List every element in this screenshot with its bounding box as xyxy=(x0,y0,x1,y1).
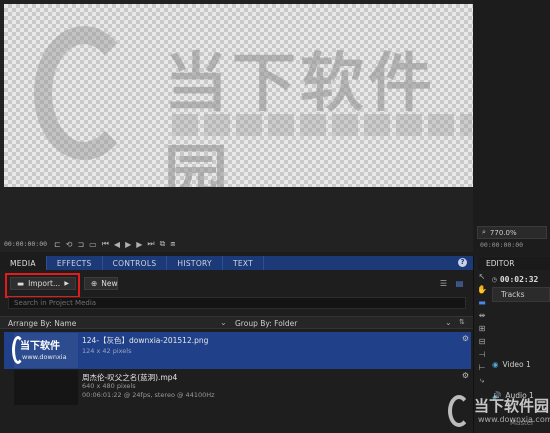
clip-icon[interactable]: ▭ xyxy=(89,240,97,249)
tab-effects[interactable]: EFFECTS xyxy=(47,256,103,270)
trim-icon[interactable]: ⊢ xyxy=(479,363,486,372)
video-track-label: Video 1 xyxy=(502,360,531,369)
group-by-dropdown[interactable]: Group By: Folder xyxy=(235,319,297,328)
thumb-title: 当下软件 xyxy=(20,341,60,352)
export-frame-icon[interactable]: ⧉ xyxy=(160,239,166,249)
tab-text[interactable]: TEXT xyxy=(223,256,265,270)
import-highlight-box xyxy=(5,273,80,298)
viewer-timecode: 00:00:00:00 xyxy=(4,240,48,248)
preview-viewer: 当下软件园 00:00:00:00 ⊏ ⟲ ⊐ ▭ ⏮ ◀ ▶ ▶ ⏭ ⧉ ⧈ xyxy=(0,0,473,252)
gear-icon[interactable]: ⚙ xyxy=(462,334,469,343)
watermark-ring-icon xyxy=(448,395,470,427)
editor-tools: ↖ ✋ ▬ ⇹ ⊞ ⊟ ⊣ ⊢ ⤷ xyxy=(476,272,488,386)
media-item-duration: 00:06:01:22 @ 24fps, stereo @ 44100Hz xyxy=(82,391,215,399)
preview-canvas[interactable]: 当下软件园 xyxy=(4,4,473,187)
play-icon[interactable]: ▶ xyxy=(125,240,131,249)
zoom-search-icon: ⌕ xyxy=(482,228,486,236)
chevron-down-icon[interactable]: ⌄ xyxy=(445,318,452,327)
loop-icon[interactable]: ⟲ xyxy=(66,240,73,249)
arrange-by-dropdown[interactable]: Arrange By: Name xyxy=(8,319,76,328)
mark-in-icon[interactable]: ⊏ xyxy=(54,240,61,249)
link-icon[interactable]: ⤷ xyxy=(480,376,484,386)
mark-out-icon[interactable]: ⊐ xyxy=(77,240,84,249)
watermark-title: 当下软件园 xyxy=(474,397,550,415)
thumb-subtitle: www.downxia xyxy=(22,353,67,361)
logo-ring-graphic xyxy=(34,26,134,160)
transport-bar: 00:00:00:00 ⊏ ⟲ ⊐ ▭ ⏮ ◀ ▶ ▶ ⏭ ⧉ ⧈ xyxy=(4,239,175,249)
eye-icon[interactable]: ◉ xyxy=(492,360,499,369)
tab-media[interactable]: MEDIA xyxy=(0,256,47,270)
tab-controls[interactable]: CONTROLS xyxy=(103,256,168,270)
detail-view-icon[interactable]: ▤ xyxy=(454,278,465,289)
razor-icon[interactable]: ⊞ xyxy=(479,324,486,333)
view-mode-toggle: ☰ ▤ xyxy=(438,278,465,289)
viewer-controls: 00:00:00:00 ⊏ ⟲ ⊐ ▭ ⏮ ◀ ▶ ▶ ⏭ ⧉ ⧈ xyxy=(0,187,473,252)
video-track[interactable]: ◉ Video 1 xyxy=(492,360,531,369)
chevron-down-icon[interactable]: ⌄ xyxy=(220,318,227,327)
preview-watermark-subtext xyxy=(172,114,472,136)
zoom-selector[interactable]: ⌕ 770.0% xyxy=(477,226,547,239)
media-item[interactable]: 周杰伦-叹父之名(蓝洞).mp4 640 x 480 pixels 00:06:… xyxy=(4,369,471,406)
editor-timecode: ◷ 00:02:32 xyxy=(492,275,539,284)
media-item-dimensions: 640 x 480 pixels xyxy=(82,382,136,390)
step-forward-icon[interactable]: ▶ xyxy=(136,240,142,249)
select-tool-icon[interactable]: ▬ xyxy=(478,298,486,307)
clock-icon: ◷ xyxy=(492,275,497,284)
go-start-icon[interactable]: ⏮ xyxy=(102,239,109,249)
tracks-header: Tracks xyxy=(492,287,550,302)
media-item-dimensions: 124 x 42 pixels xyxy=(82,347,132,355)
media-item-name: 124-【灰色】downxia-201512.png xyxy=(82,336,209,345)
site-watermark: 当下软件园 www.downxia.com xyxy=(448,393,550,429)
preview-watermark-text: 当下软件园 xyxy=(164,47,436,187)
pointer-icon[interactable]: ↖ xyxy=(479,272,486,281)
arrange-bar: Arrange By: Name ⌄ Group By: Folder ⌄ ⇅ xyxy=(0,316,473,329)
media-panel: MEDIA EFFECTS CONTROLS HISTORY TEXT ? ▬ … xyxy=(0,256,473,433)
new-button[interactable]: ⊕ New xyxy=(84,277,118,290)
hand-icon[interactable]: ✋ xyxy=(477,285,487,294)
panel-tabs: MEDIA EFFECTS CONTROLS HISTORY TEXT ? xyxy=(0,256,473,270)
ripple-icon[interactable]: ⊟ xyxy=(479,337,486,346)
help-icon[interactable]: ? xyxy=(458,258,467,267)
media-thumbnail xyxy=(14,370,78,405)
roll-icon[interactable]: ⊣ xyxy=(479,350,486,359)
tab-editor[interactable]: EDITOR xyxy=(478,257,550,270)
viewer-duration-timecode: 00:00:00:00 xyxy=(480,241,524,249)
media-thumbnail: 当下软件 www.downxia xyxy=(12,333,78,368)
plus-icon: ⊕ xyxy=(91,279,98,288)
sort-icon[interactable]: ⇅ xyxy=(459,318,465,326)
media-search-input[interactable]: Search in Project Media xyxy=(8,297,466,309)
step-back-icon[interactable]: ◀ xyxy=(114,240,120,249)
watermark-url: www.downxia.com xyxy=(478,415,550,424)
new-label: New xyxy=(101,279,118,288)
snapshot-icon[interactable]: ⧈ xyxy=(170,239,175,249)
media-item[interactable]: 当下软件 www.downxia 124-【灰色】downxia-201512.… xyxy=(4,332,471,369)
slip-icon[interactable]: ⇹ xyxy=(479,311,486,320)
tab-history[interactable]: HISTORY xyxy=(167,256,223,270)
gear-icon[interactable]: ⚙ xyxy=(462,371,469,380)
list-view-icon[interactable]: ☰ xyxy=(438,278,449,289)
zoom-level: 770.0% xyxy=(489,228,517,237)
go-end-icon[interactable]: ⏭ xyxy=(147,239,154,249)
